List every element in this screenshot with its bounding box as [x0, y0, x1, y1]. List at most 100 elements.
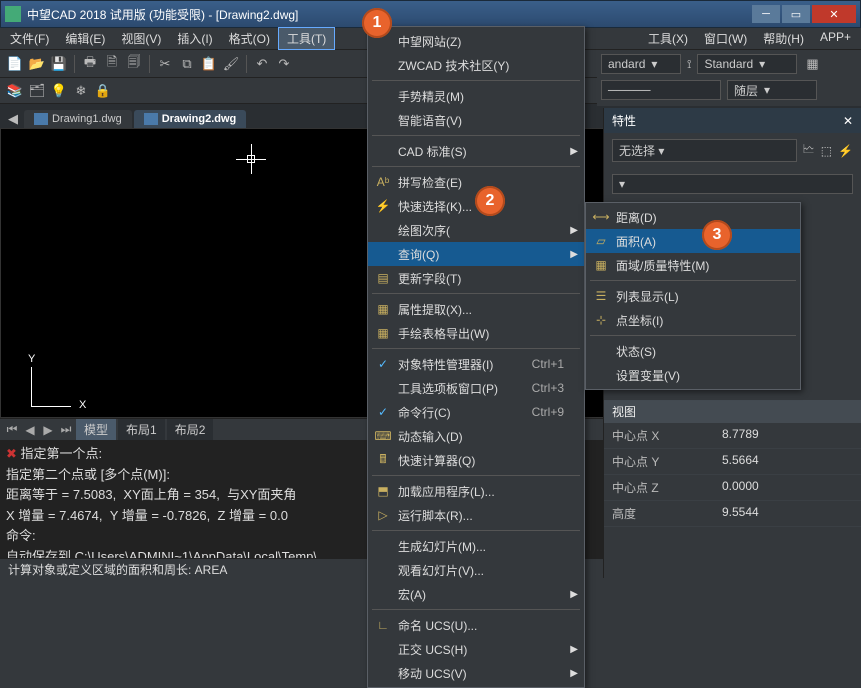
menu-window[interactable]: 窗口(W) [696, 28, 755, 49]
menu-zwweb[interactable]: 中望网站(Z) [368, 29, 584, 53]
menu-table-export[interactable]: ▦手绘表格导出(W) [368, 321, 584, 345]
linetype-combo[interactable]: ───── [601, 80, 721, 100]
query-submenu: ⟷距离(D) ▱面积(A) ▦面域/质量特性(M) ☰列表显示(L) ⊹点坐标(… [585, 202, 801, 390]
cut-icon[interactable]: ✂ [156, 55, 174, 73]
menu-view-slide[interactable]: 观看幻灯片(V)... [368, 558, 584, 582]
menu-area[interactable]: ▱面积(A) [586, 229, 800, 253]
layer-manager-icon[interactable]: 📚 [6, 82, 24, 100]
menu-distance[interactable]: ⟷距离(D) [586, 205, 800, 229]
prop-row-cy: 中心点 Y5.5664 [604, 449, 861, 475]
menu-tools[interactable]: 工具(T) [278, 27, 335, 50]
layer-freeze-icon[interactable]: ❄ [72, 82, 90, 100]
menu-draw-order[interactable]: 绘图次序(▶ [368, 218, 584, 242]
menu-load-app[interactable]: ⬒加载应用程序(L)... [368, 479, 584, 503]
tab-prev-icon[interactable]: ◀ [4, 110, 22, 128]
menu-macro[interactable]: 宏(A)▶ [368, 582, 584, 606]
check-icon: ✓ [372, 405, 394, 419]
menu-massprops[interactable]: ▦面域/质量特性(M) [586, 253, 800, 277]
menu-id-point[interactable]: ⊹点坐标(I) [586, 308, 800, 332]
select-object-icon[interactable]: ⬚ [821, 144, 832, 158]
status-text: 计算对象或定义区域的面积和周长: AREA [8, 561, 227, 578]
menu-list[interactable]: ☰列表显示(L) [586, 284, 800, 308]
menu-properties[interactable]: ✓对象特性管理器(I)Ctrl+1 [368, 352, 584, 376]
tab-first-icon[interactable]: ⏮ [4, 422, 20, 437]
menu-zwcad-community[interactable]: ZWCAD 技术社区(Y) [368, 53, 584, 77]
tab-prev-icon[interactable]: ◀ [22, 423, 38, 437]
lineweight-combo[interactable]: 随层 ▾ [727, 80, 817, 100]
tab-model[interactable]: 模型 [76, 419, 116, 440]
paste-icon[interactable]: 📋 [200, 55, 218, 73]
selection-combo[interactable]: 无选择 ▾ [612, 139, 797, 162]
menu-tools-right[interactable]: 工具(X) [640, 28, 696, 49]
dwg-icon [34, 113, 48, 125]
table-icon: ▦ [372, 326, 394, 340]
title-bar: 中望CAD 2018 试用版 (功能受限) - [Drawing2.dwg] ─… [0, 0, 861, 28]
minimize-button[interactable]: ─ [752, 5, 780, 23]
menu-voice[interactable]: 智能语音(V) [368, 108, 584, 132]
menu-gesture[interactable]: 手势精灵(M) [368, 84, 584, 108]
tab-last-icon[interactable]: ⏭ [58, 422, 74, 437]
textstyle-combo[interactable]: andard ▾ [601, 54, 681, 74]
menu-file[interactable]: 文件(F) [2, 28, 57, 49]
callout-3: 3 [702, 220, 732, 250]
menu-quickcalc[interactable]: 🖩快速计算器(Q) [368, 448, 584, 472]
menu-status[interactable]: 状态(S) [586, 339, 800, 363]
open-icon[interactable]: 📂 [28, 55, 46, 73]
copy-icon[interactable]: ⧉ [178, 55, 196, 73]
close-button[interactable]: ✕ [812, 5, 856, 23]
field-icon: ▤ [372, 271, 394, 285]
menu-ortho-ucs[interactable]: 正交 UCS(H)▶ [368, 637, 584, 661]
style-button-icon[interactable]: ▦ [803, 55, 821, 73]
menu-setvar[interactable]: 设置变量(V) [586, 363, 800, 387]
tab-next-icon[interactable]: ▶ [40, 423, 56, 437]
menu-view[interactable]: 视图(V) [113, 28, 169, 49]
distance-icon: ⟷ [590, 210, 612, 224]
menu-format[interactable]: 格式(O) [221, 28, 278, 49]
layer-states-icon[interactable]: 🗂 [28, 82, 46, 100]
new-icon[interactable]: 📄 [6, 55, 24, 73]
dimstyle-combo[interactable]: Standard ▾ [697, 54, 797, 74]
doc-tab-2[interactable]: Drawing2.dwg [134, 110, 247, 128]
menu-named-ucs[interactable]: ∟命名 UCS(U)... [368, 613, 584, 637]
tools-menu: 中望网站(Z) ZWCAD 技术社区(Y) 手势精灵(M) 智能语音(V) CA… [367, 26, 585, 688]
tab-layout2[interactable]: 布局2 [167, 419, 214, 440]
tab-layout1[interactable]: 布局1 [118, 419, 165, 440]
menu-query[interactable]: 查询(Q)▶ [368, 242, 584, 266]
menu-make-slide[interactable]: 生成幻灯片(M)... [368, 534, 584, 558]
plot-preview-icon[interactable]: 🗎 [103, 55, 121, 73]
layer-off-icon[interactable]: 💡 [50, 82, 68, 100]
menu-commandline[interactable]: ✓命令行(C)Ctrl+9 [368, 400, 584, 424]
menu-cad-standards[interactable]: CAD 标准(S)▶ [368, 139, 584, 163]
undo-icon[interactable]: ↶ [253, 55, 271, 73]
maximize-button[interactable]: ▭ [782, 5, 810, 23]
prop-row-height: 高度9.5544 [604, 501, 861, 527]
menu-insert[interactable]: 插入(I) [169, 28, 220, 49]
flash-icon[interactable]: ⚡ [838, 144, 853, 158]
spell-icon: Aᵇ [372, 175, 394, 189]
extract-icon: ▦ [372, 302, 394, 316]
publish-icon[interactable]: 🗐 [125, 55, 143, 73]
menu-edit[interactable]: 编辑(E) [57, 28, 113, 49]
print-icon[interactable]: 🖶 [81, 55, 99, 73]
menu-attr-extract[interactable]: ▦属性提取(X)... [368, 297, 584, 321]
menu-spellcheck[interactable]: Aᵇ拼写检查(E) [368, 170, 584, 194]
menu-update-field[interactable]: ▤更新字段(T) [368, 266, 584, 290]
doc-tab-label: Drawing1.dwg [52, 113, 122, 125]
redo-icon[interactable]: ↷ [275, 55, 293, 73]
menu-app[interactable]: APP+ [812, 28, 859, 49]
menu-dynamic-input[interactable]: ⌨动态输入(D) [368, 424, 584, 448]
menu-help[interactable]: 帮助(H) [755, 28, 812, 49]
dyn-icon: ⌨ [372, 429, 394, 443]
menu-tool-palette[interactable]: 工具选项板窗口(P)Ctrl+3 [368, 376, 584, 400]
panel-close-icon[interactable]: ✕ [843, 114, 853, 128]
prop-row-cx: 中心点 X8.7789 [604, 423, 861, 449]
prop-category-combo[interactable]: ▾ [612, 174, 853, 194]
menu-run-script[interactable]: ▷运行脚本(R)... [368, 503, 584, 527]
save-icon[interactable]: 💾 [50, 55, 68, 73]
layer-lock-icon[interactable]: 🔒 [94, 82, 112, 100]
app-icon [5, 6, 21, 22]
match-icon[interactable]: 🖌 [222, 55, 240, 73]
doc-tab-1[interactable]: Drawing1.dwg [24, 110, 132, 128]
quickselect-icon[interactable]: 🗠 [803, 140, 815, 161]
menu-move-ucs[interactable]: 移动 UCS(V)▶ [368, 661, 584, 685]
